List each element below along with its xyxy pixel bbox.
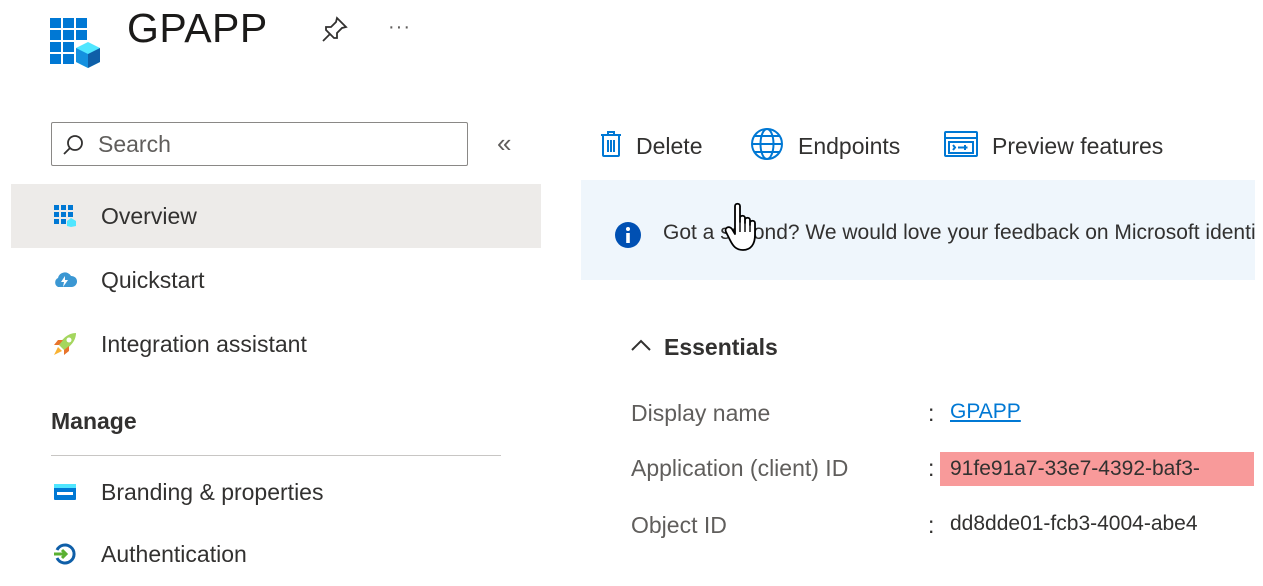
- search-icon: [62, 134, 84, 156]
- sidebar-item-label: Quickstart: [101, 266, 205, 293]
- search-input[interactable]: [98, 129, 458, 159]
- collapse-sidebar-icon[interactable]: «: [497, 128, 511, 159]
- info-icon: [614, 221, 642, 249]
- app-registration-icon: [50, 14, 102, 68]
- sidebar-item-authentication[interactable]: Authentication: [11, 522, 541, 586]
- client-id-label: Application (client) ID: [631, 455, 849, 481]
- hand-cursor-icon: [724, 202, 764, 254]
- object-id-label: Object ID: [631, 512, 727, 538]
- sidebar-item-quickstart[interactable]: Quickstart: [11, 248, 541, 312]
- manage-section-header: Manage: [51, 408, 137, 434]
- delete-button[interactable]: Delete: [600, 126, 702, 166]
- separator: :: [928, 400, 935, 426]
- feedback-banner[interactable]: Got a second? We would love your feedbac…: [581, 180, 1255, 280]
- page-title: GPAPP: [127, 5, 268, 51]
- sidebar-item-overview[interactable]: Overview: [11, 184, 541, 248]
- separator: :: [928, 512, 935, 538]
- endpoints-button[interactable]: Endpoints: [750, 126, 900, 166]
- client-id-value: 91fe91a7-33e7-4392-baf3-: [940, 452, 1254, 486]
- trash-icon: [600, 130, 622, 163]
- chevron-up-icon: [630, 338, 652, 357]
- quickstart-cloud-icon: [51, 266, 79, 294]
- pin-icon[interactable]: [320, 14, 350, 44]
- preview-features-button[interactable]: Preview features: [944, 126, 1163, 166]
- delete-label: Delete: [636, 132, 703, 159]
- authentication-icon: [51, 540, 79, 568]
- section-divider: [51, 455, 501, 456]
- more-options-icon[interactable]: ···: [388, 16, 411, 39]
- search-box[interactable]: [51, 122, 468, 166]
- sidebar-item-branding[interactable]: Branding & properties: [11, 460, 541, 524]
- sidebar-item-label: Overview: [101, 202, 197, 229]
- sidebar-item-label: Authentication: [101, 540, 247, 567]
- sidebar-item-label: Integration assistant: [101, 330, 307, 357]
- essentials-toggle[interactable]: Essentials: [630, 334, 778, 361]
- sidebar-item-integration-assistant[interactable]: Integration assistant: [11, 312, 541, 376]
- overview-grid-icon: [51, 202, 79, 230]
- sidebar-item-label: Branding & properties: [101, 478, 324, 505]
- endpoints-label: Endpoints: [798, 132, 901, 159]
- display-name-link[interactable]: GPAPP: [950, 400, 1021, 424]
- preview-features-icon: [944, 130, 978, 163]
- essentials-title: Essentials: [664, 334, 778, 360]
- display-name-label: Display name: [631, 400, 771, 426]
- preview-features-label: Preview features: [992, 132, 1164, 159]
- rocket-icon: [51, 330, 79, 358]
- object-id-value: dd8dde01-fcb3-4004-abe4: [950, 512, 1198, 535]
- globe-icon: [750, 127, 784, 166]
- branding-icon: [51, 478, 79, 506]
- separator: :: [928, 455, 935, 481]
